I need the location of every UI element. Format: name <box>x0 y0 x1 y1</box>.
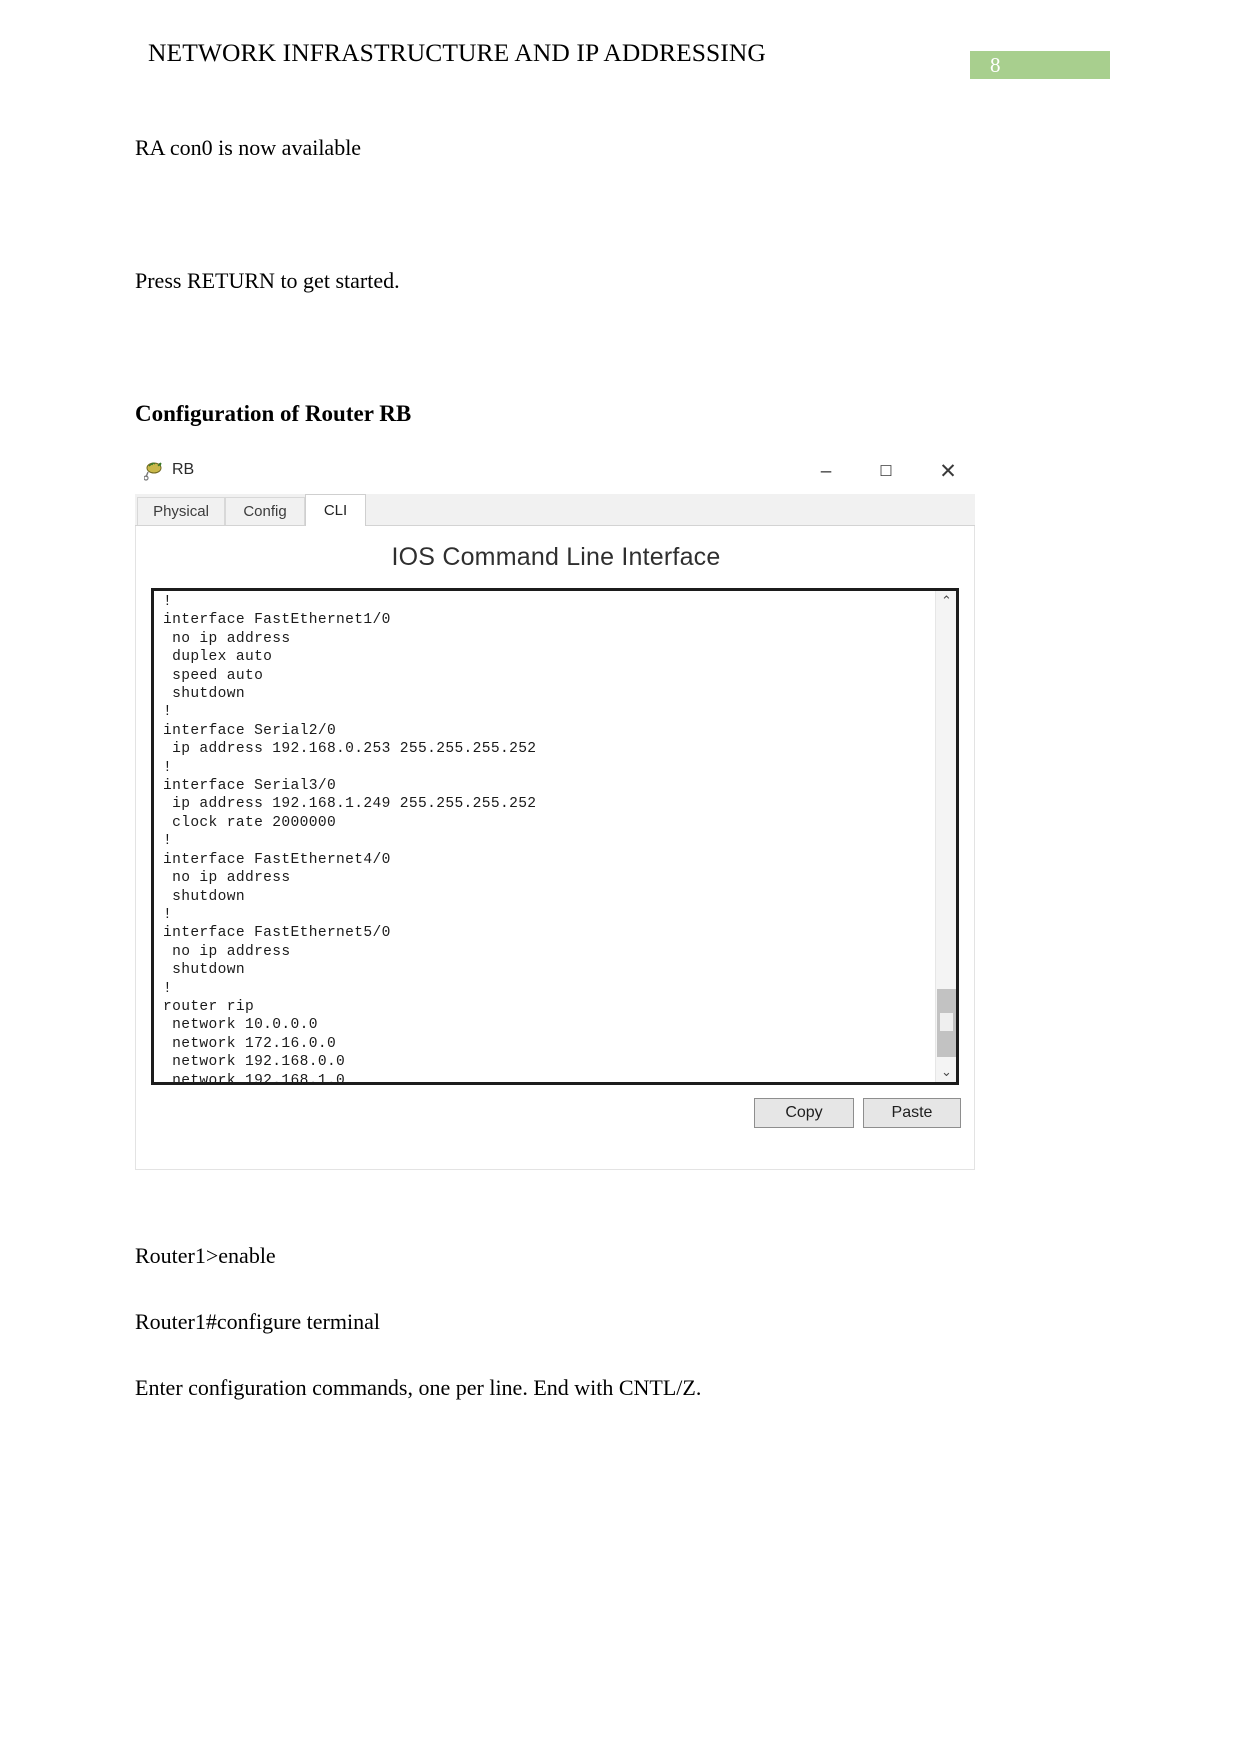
minimize-button[interactable]: – <box>803 458 849 486</box>
cli-panel-heading: IOS Command Line Interface <box>391 543 721 571</box>
maximize-button[interactable]: ☐ <box>863 458 909 486</box>
tab-physical[interactable]: Physical <box>137 497 225 525</box>
close-button[interactable]: ✕ <box>925 458 971 486</box>
paragraph-ra-available: RA con0 is now available <box>135 135 362 160</box>
section-heading-configuration-router-rb: Configuration of Router RB <box>135 401 412 426</box>
scrollbar-thumb[interactable] <box>937 989 956 1057</box>
paste-button[interactable]: Paste <box>863 1098 961 1128</box>
copy-button[interactable]: Copy <box>754 1098 854 1128</box>
paragraph-router-configure-terminal: Router1#configure terminal <box>135 1309 380 1334</box>
cli-scrollbar[interactable]: ⌃ ⌄ <box>935 591 956 1082</box>
tab-cli[interactable]: CLI <box>305 494 366 526</box>
window-title: RB <box>172 461 195 478</box>
cli-button-row: Copy Paste <box>136 1098 976 1132</box>
scroll-up-arrow-icon[interactable]: ⌃ <box>936 591 956 611</box>
cli-tab-panel: IOS Command Line Interface ! interface F… <box>135 526 975 1170</box>
paragraph-enter-configuration-commands: Enter configuration commands, one per li… <box>135 1375 702 1400</box>
window-title-bar: RB – ☐ ✕ <box>135 450 975 494</box>
cli-terminal[interactable]: ! interface FastEthernet1/0 no ip addres… <box>151 588 959 1085</box>
scroll-down-arrow-icon[interactable]: ⌄ <box>936 1062 956 1082</box>
cli-terminal-output: ! interface FastEthernet1/0 no ip addres… <box>163 594 537 1085</box>
paragraph-press-return: Press RETURN to get started. <box>135 268 400 293</box>
packet-tracer-window: RB – ☐ ✕ Physical Config CLI IOS Command… <box>135 450 975 1170</box>
paragraph-router-enable: Router1>enable <box>135 1243 276 1268</box>
tab-config[interactable]: Config <box>225 497 305 525</box>
page-title: NETWORK INFRASTRUCTURE AND IP ADDRESSING <box>148 38 766 67</box>
tab-strip: Physical Config CLI <box>135 494 975 526</box>
document-header: NETWORK INFRASTRUCTURE AND IP ADDRESSING… <box>0 38 1241 84</box>
router-icon <box>143 460 166 482</box>
page-number-badge: 8 <box>970 51 1110 79</box>
